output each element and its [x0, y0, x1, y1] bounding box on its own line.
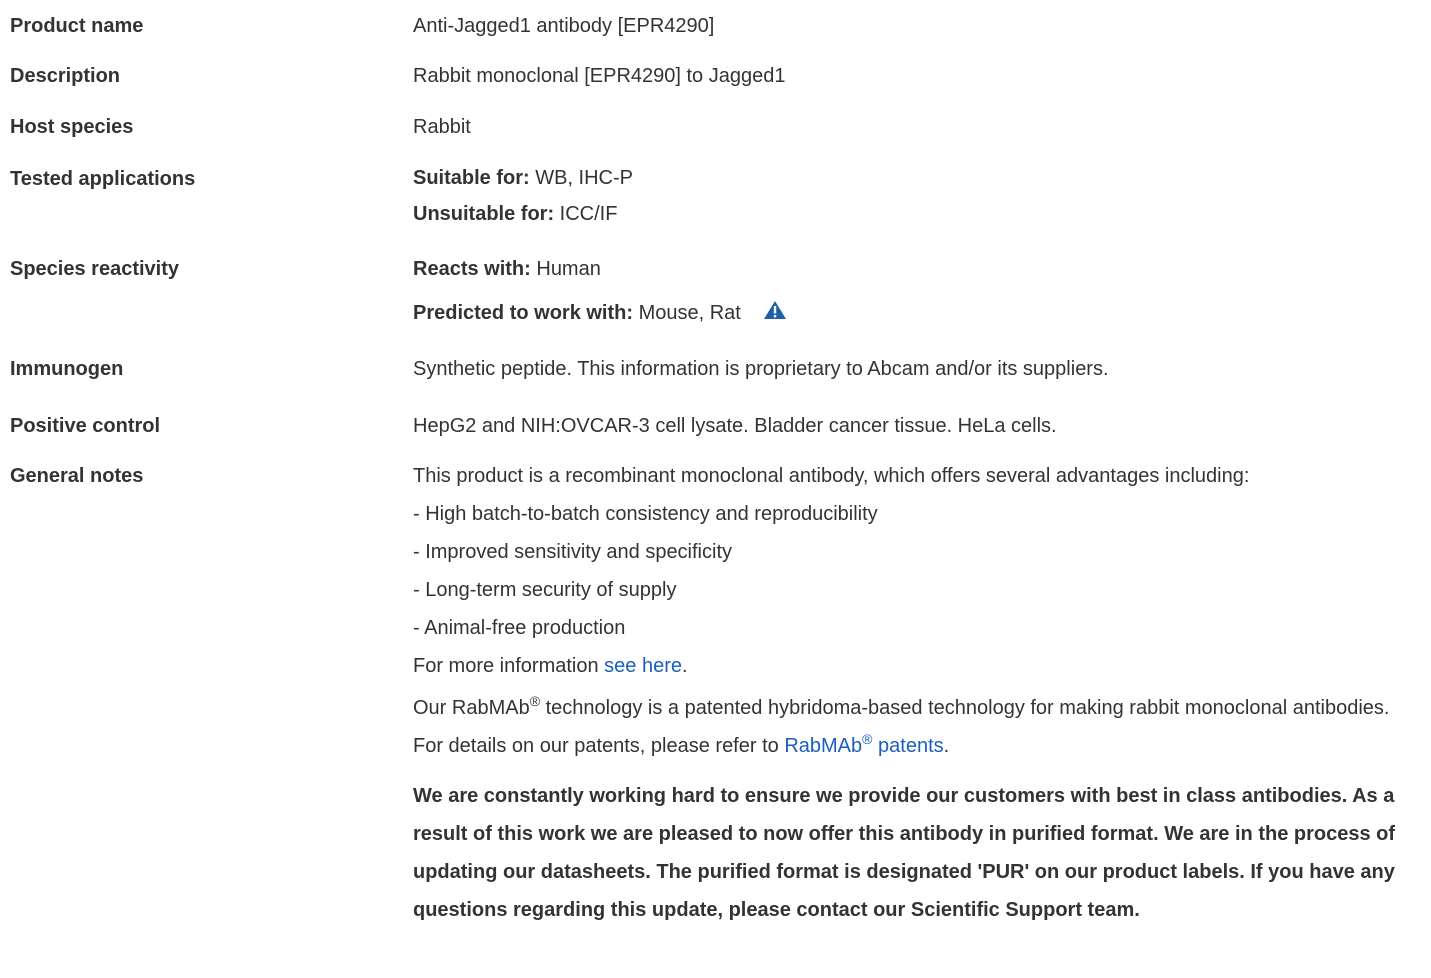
more-info-suffix: . [682, 655, 688, 677]
immunogen-label: Immunogen [10, 358, 124, 380]
row-immunogen: Immunogen Synthetic peptide. This inform… [0, 350, 1431, 388]
suitable-label: Suitable for: [413, 167, 530, 189]
row-product-name: Product name Anti-Jagged1 antibody [EPR4… [0, 7, 1431, 45]
row-tested-applications: Tested applications Suitable for: WB, IH… [0, 160, 1431, 232]
row-description: Description Rabbit monoclonal [EPR4290] … [0, 57, 1431, 95]
advantage-item: - Long-term security of supply [413, 579, 677, 601]
suitable-value: WB, IHC-P [529, 167, 634, 189]
general-notes-value: This product is a recombinant monoclonal… [413, 457, 1431, 929]
patents-link-text-1: RabMAb [784, 735, 863, 757]
immunogen-value: Synthetic peptide. This information is p… [413, 358, 1109, 380]
host-species-value: Rabbit [413, 116, 471, 138]
rabmab-end: . [943, 735, 950, 757]
unsuitable-label: Unsuitable for: [413, 203, 555, 225]
rabmab-text-1: Our RabMAb [413, 697, 530, 719]
more-info-line: For more information see here. [413, 647, 1421, 685]
positive-control-label: Positive control [10, 415, 161, 437]
see-here-link[interactable]: see here [604, 655, 682, 677]
unsuitable-line: Unsuitable for: ICC/IF [413, 196, 1421, 232]
advantage-item: - Animal-free production [413, 617, 626, 639]
product-name-value: Anti-Jagged1 antibody [EPR4290] [413, 15, 715, 37]
rabmab-patents-link[interactable]: RabMAb® patents [784, 732, 944, 757]
tested-applications-value: Suitable for: WB, IHC-P Unsuitable for: … [413, 160, 1431, 232]
predicted-label: Predicted to work with: [413, 302, 634, 324]
patents-registered-mark: ® [862, 731, 873, 747]
predicted-value: Mouse, Rat [633, 302, 741, 324]
general-notes-intro: This product is a recombinant monoclonal… [413, 465, 1250, 487]
product-name-label: Product name [10, 15, 144, 37]
warning-triangle-icon[interactable] [763, 300, 787, 320]
host-species-label: Host species [10, 116, 134, 138]
species-reactivity-value: Reacts with: Human Predicted to work wit… [413, 250, 1431, 332]
positive-control-value: HepG2 and NIH:OVCAR-3 cell lysate. Bladd… [413, 415, 1057, 437]
suitable-line: Suitable for: WB, IHC-P [413, 160, 1421, 196]
row-general-notes: General notes This product is a recombin… [0, 457, 1431, 929]
description-label: Description [10, 65, 121, 87]
reacts-value: Human [530, 258, 601, 280]
general-notes-label: General notes [10, 465, 144, 487]
advantage-item: - Improved sensitivity and specificity [413, 541, 733, 563]
tested-applications-label: Tested applications [10, 168, 196, 190]
unsuitable-value: ICC/IF [554, 203, 618, 225]
row-positive-control: Positive control HepG2 and NIH:OVCAR-3 c… [0, 407, 1431, 445]
more-info-prefix: For more information [413, 655, 605, 677]
reacts-label: Reacts with: [413, 258, 531, 280]
reacts-line: Reacts with: Human [413, 250, 1421, 288]
patents-link-text-2: patents [872, 735, 944, 757]
predicted-line: Predicted to work with: Mouse, Rat [413, 294, 1421, 332]
species-reactivity-label: Species reactivity [10, 258, 179, 280]
purified-format-notice: We are constantly working hard to ensure… [413, 785, 1396, 921]
rabmab-paragraph: Our RabMAb® technology is a patented hyb… [413, 689, 1421, 765]
row-species-reactivity: Species reactivity Reacts with: Human Pr… [0, 250, 1431, 332]
advantage-item: - High batch-to-batch consistency and re… [413, 503, 878, 525]
registered-mark: ® [529, 693, 541, 709]
description-value: Rabbit monoclonal [EPR4290] to Jagged1 [413, 65, 786, 87]
row-host-species: Host species Rabbit [0, 108, 1431, 146]
